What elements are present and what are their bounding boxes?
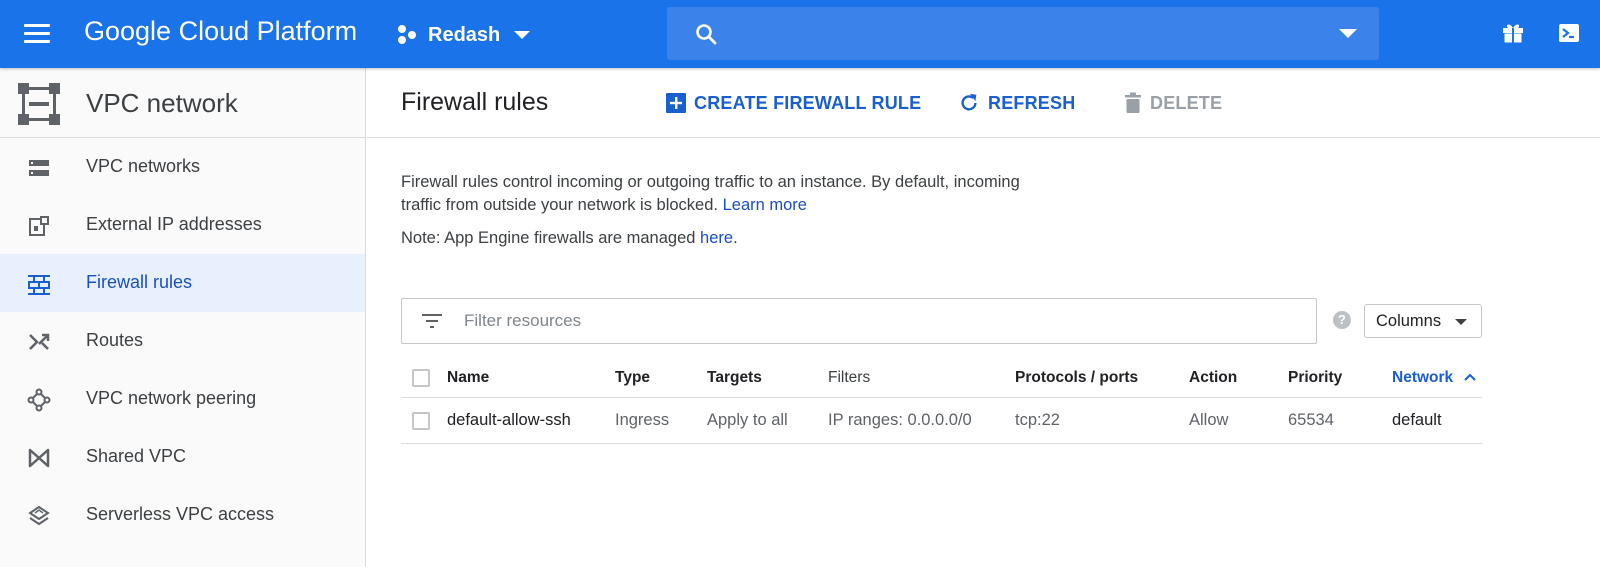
columns-label: Columns	[1376, 312, 1442, 330]
external-ip-icon	[29, 216, 49, 236]
column-header-priority[interactable]: Priority	[1288, 369, 1342, 387]
cell-network[interactable]: default	[1392, 411, 1442, 430]
peering-icon	[27, 388, 51, 412]
page-title: Firewall rules	[401, 88, 549, 116]
here-link[interactable]: here	[700, 229, 733, 247]
top-bar: Google Cloud Platform Redash	[0, 0, 1600, 68]
delete-button[interactable]: DELETE	[1124, 90, 1222, 116]
refresh-icon	[961, 93, 977, 111]
sidebar-item-vpc-peering[interactable]: VPC network peering	[0, 370, 365, 428]
search-icon	[696, 24, 717, 45]
firewall-icon	[28, 275, 50, 295]
cloud-shell-icon[interactable]	[1557, 21, 1581, 45]
filter-input[interactable]: Filter resources	[401, 298, 1317, 344]
column-header-action[interactable]: Action	[1189, 369, 1237, 387]
column-header-type[interactable]: Type	[615, 369, 650, 387]
note-suffix: .	[733, 229, 738, 247]
page-description: Firewall rules control incoming or outgo…	[401, 171, 1041, 217]
sidebar-item-serverless-vpc[interactable]: Serverless VPC access	[0, 486, 365, 544]
sidebar-item-vpc-networks[interactable]: VPC networks	[0, 138, 365, 196]
sidebar-item-routes[interactable]: Routes	[0, 312, 365, 370]
create-label: CREATE FIREWALL RULE	[694, 92, 922, 113]
refresh-button[interactable]: REFRESH	[958, 90, 1075, 116]
search-input[interactable]	[667, 7, 1379, 60]
delete-label: DELETE	[1150, 92, 1223, 113]
chevron-down-icon	[514, 31, 531, 39]
project-icon	[398, 25, 416, 44]
filter-placeholder: Filter resources	[464, 311, 582, 330]
sort-ascending-icon	[1464, 373, 1477, 381]
cell-protocols: tcp:22	[1015, 411, 1060, 429]
description-text: Firewall rules control incoming or outgo…	[401, 173, 1020, 214]
shared-vpc-icon	[28, 448, 50, 468]
cell-type: Ingress	[615, 411, 670, 429]
refresh-label: REFRESH	[988, 92, 1076, 113]
cell-priority: 65534	[1288, 411, 1334, 429]
project-selector[interactable]: Redash	[396, 20, 531, 50]
sidebar-item-label: Serverless VPC access	[86, 504, 275, 524]
table-header: Name Type Targets Filters Protocols / po…	[401, 358, 1482, 398]
column-header-network-label: Network	[1392, 369, 1454, 386]
select-all-checkbox[interactable]	[412, 369, 430, 387]
cell-name[interactable]: default-allow-ssh	[447, 411, 571, 430]
sidebar-title: VPC network	[86, 88, 238, 118]
trash-icon	[1125, 92, 1141, 113]
serverless-icon	[28, 505, 50, 526]
firewall-rules-table: Name Type Targets Filters Protocols / po…	[401, 358, 1482, 444]
brand-title[interactable]: Google Cloud Platform	[84, 16, 357, 47]
sidebar-item-label: VPC network peering	[86, 388, 257, 408]
help-icon[interactable]: ?	[1333, 311, 1351, 329]
app-engine-note: Note: App Engine firewalls are managed h…	[401, 229, 738, 248]
chevron-down-icon	[1455, 319, 1467, 325]
sidebar-header: VPC network	[0, 68, 365, 138]
column-header-filters: Filters	[828, 369, 871, 386]
sidebar-item-firewall-rules[interactable]: Firewall rules	[0, 254, 365, 312]
sidebar-item-label: Routes	[86, 330, 144, 350]
cell-targets: Apply to all	[707, 411, 788, 429]
routes-icon	[29, 333, 50, 350]
sidebar: VPC network VPC networks External IP add…	[0, 68, 366, 567]
gift-icon[interactable]	[1501, 21, 1525, 45]
column-header-network[interactable]: Network	[1392, 369, 1477, 387]
sidebar-item-shared-vpc[interactable]: Shared VPC	[0, 428, 365, 486]
main-header: Firewall rules CREATE FIREWALL RULE REFR…	[367, 68, 1600, 138]
cell-action: Allow	[1189, 411, 1229, 429]
search-dropdown-icon[interactable]	[1339, 29, 1357, 38]
project-name: Redash	[428, 23, 501, 46]
sidebar-item-external-ip[interactable]: External IP addresses	[0, 196, 365, 254]
vpc-networks-icon	[29, 160, 49, 176]
table-row[interactable]: default-allow-ssh Ingress Apply to all I…	[401, 398, 1482, 444]
add-box-icon	[666, 93, 686, 113]
sidebar-item-label: VPC networks	[86, 156, 201, 176]
learn-more-link[interactable]: Learn more	[723, 196, 807, 214]
menu-icon[interactable]	[22, 22, 52, 46]
sidebar-item-label: External IP addresses	[86, 214, 262, 234]
column-header-name[interactable]: Name	[447, 369, 489, 387]
cell-filters: IP ranges: 0.0.0.0/0	[828, 411, 972, 429]
filter-icon	[422, 314, 442, 328]
columns-dropdown[interactable]: Columns	[1364, 304, 1482, 338]
vpc-network-logo-icon	[18, 83, 60, 125]
column-header-targets[interactable]: Targets	[707, 369, 762, 387]
sidebar-item-label: Shared VPC	[86, 446, 187, 466]
row-checkbox[interactable]	[412, 412, 430, 430]
sidebar-item-label: Firewall rules	[86, 272, 193, 292]
column-header-protocols[interactable]: Protocols / ports	[1015, 369, 1138, 387]
create-firewall-rule-button[interactable]: CREATE FIREWALL RULE	[666, 90, 921, 116]
note-text: Note: App Engine firewalls are managed	[401, 229, 696, 247]
